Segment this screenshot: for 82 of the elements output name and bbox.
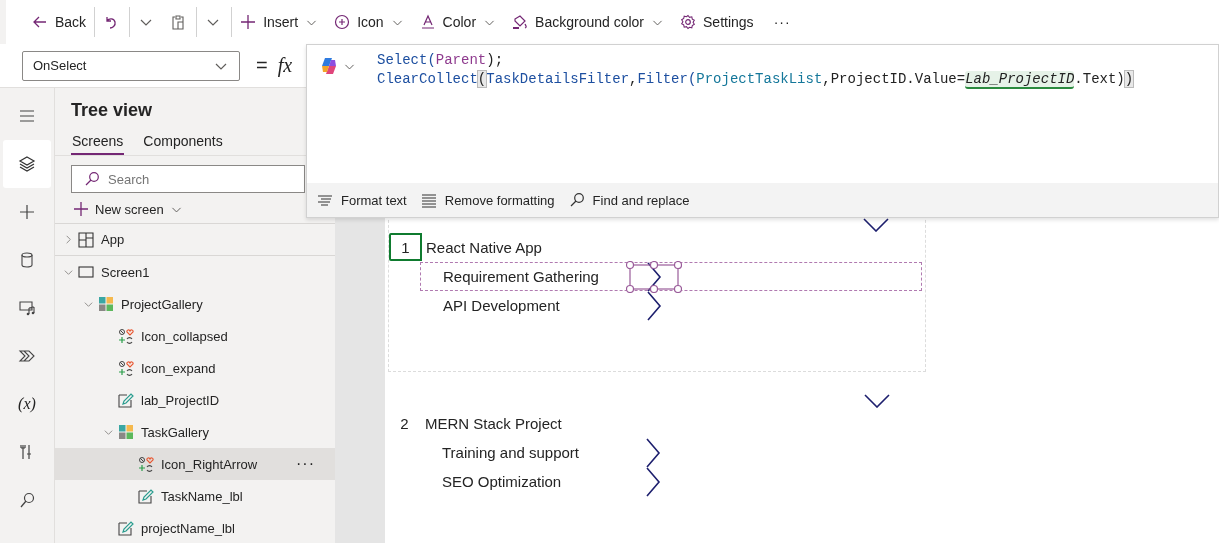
circle-plus-icon	[334, 14, 351, 30]
tree-item[interactable]: ProjectGallery	[55, 288, 335, 320]
flow-icon	[18, 347, 36, 365]
icon-control-icon	[138, 456, 154, 472]
menu-icon	[18, 107, 36, 125]
variables-label: (x)	[18, 395, 36, 413]
tree-item[interactable]: Screen1	[55, 256, 335, 288]
format-lines-icon	[317, 192, 333, 208]
layers-rail-button[interactable]	[3, 140, 51, 188]
property-dropdown[interactable]: OnSelect	[22, 50, 240, 81]
tree-item[interactable]: TaskGallery	[55, 416, 335, 448]
label-edit-icon	[118, 520, 134, 536]
project-number: 2	[399, 413, 410, 434]
label-edit-icon	[138, 488, 154, 504]
gallery-icon	[118, 424, 134, 440]
tree-item[interactable]: Icon_expand	[55, 352, 335, 384]
more-button[interactable]: ···	[296, 455, 315, 473]
media-icon	[18, 299, 36, 317]
chevron-right-icon[interactable]	[646, 289, 662, 322]
project-name: React Native App	[426, 238, 542, 256]
search-icon	[568, 192, 585, 208]
tree-item[interactable]: lab_ProjectID	[55, 384, 335, 416]
code-line: ClearCollect(TaskDetailsFilter,Filter(ProjectTaskList,ProjectID.Value=Lab_ProjectID.Text))	[377, 70, 1134, 89]
icon-control-icon	[118, 328, 134, 344]
task-name: Requirement Gathering	[442, 268, 600, 285]
selected-task-row[interactable]: Requirement Gathering	[420, 262, 922, 291]
database-icon	[18, 251, 36, 269]
paint-bucket-icon	[512, 14, 529, 30]
copilot-icon	[319, 56, 339, 76]
app-icon	[78, 231, 94, 248]
insert-button[interactable]: Insert	[231, 7, 327, 37]
tab[interactable]: Screens	[71, 131, 125, 155]
layers-icon	[18, 155, 36, 173]
tree-item[interactable]: App	[55, 224, 335, 256]
tree-item[interactable]: projectName_lbl	[55, 512, 335, 543]
find-replace-button[interactable]: Find and replace	[564, 187, 694, 213]
tree-item[interactable]: Icon_collapsed	[55, 320, 335, 352]
copilot-button[interactable]	[319, 55, 356, 77]
remove-formatting-button[interactable]: Remove formatting	[416, 187, 559, 213]
task-name: Training and support	[441, 444, 581, 461]
task-name: API Development	[442, 297, 561, 314]
back-arrow-icon	[32, 14, 48, 30]
clipboard-icon	[170, 14, 187, 30]
chevron-right-icon[interactable]	[645, 436, 661, 469]
label-edit-icon	[118, 392, 134, 408]
back-button[interactable]: Back	[24, 7, 95, 37]
panel-title: Tree view	[70, 99, 154, 121]
tree-item[interactable]: Icon_RightArrow ···	[55, 448, 335, 480]
settings-button[interactable]: Settings	[672, 7, 762, 37]
tab[interactable]: Components	[142, 131, 224, 155]
icon-control-icon	[118, 360, 134, 376]
color-button[interactable]: Color	[411, 7, 505, 37]
variables-rail-button[interactable]: (x)	[3, 380, 51, 428]
lines-icon	[420, 192, 437, 208]
search-icon	[84, 171, 100, 187]
font-color-icon	[419, 14, 436, 30]
new-screen-button[interactable]: New screen	[73, 201, 183, 217]
selection-handles-drawing[interactable]	[626, 260, 682, 293]
plus-icon	[18, 203, 36, 221]
gallery-icon	[98, 296, 114, 312]
chevron-right-icon[interactable]	[646, 260, 662, 293]
project-name: MERN Stack Project	[425, 414, 562, 432]
screen-icon	[78, 264, 94, 280]
chevron-down-icon[interactable]	[863, 218, 889, 232]
chevron-down-icon[interactable]	[864, 394, 890, 408]
plus-icon	[240, 14, 257, 30]
background-color-button[interactable]: Background color	[504, 7, 673, 37]
settings-icon	[680, 14, 697, 30]
plus-icon	[73, 201, 89, 217]
chevron-right-icon[interactable]	[645, 465, 661, 498]
fx-label: fx	[277, 54, 293, 77]
icon-button[interactable]: Icon	[326, 7, 412, 37]
equals-sign: =	[256, 54, 268, 77]
search-field[interactable]: Search	[71, 165, 305, 193]
formula-editor[interactable]: Select(Parent); ClearCollect(TaskDetailsFilter,Filter(ProjectTaskList,ProjectID.Value=Lab_ProjectID.Text))	[377, 51, 1218, 183]
tree-item[interactable]: TaskName_lbl	[55, 480, 335, 512]
code-line: Select(Parent);	[377, 51, 504, 70]
format-text-button[interactable]: Format text	[313, 187, 411, 213]
more-button[interactable]: ···	[761, 7, 799, 37]
task-name: SEO Optimization	[441, 473, 563, 490]
search-icon	[18, 491, 36, 509]
project-number: 1	[389, 233, 422, 261]
